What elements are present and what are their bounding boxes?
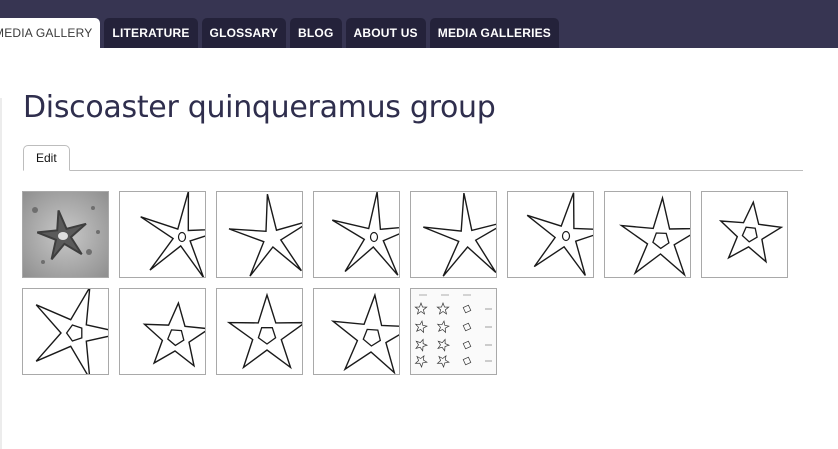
thumbnail-plate[interactable] — [410, 288, 497, 375]
sketch-star-outline — [140, 192, 205, 277]
thumbnail-sketch[interactable] — [701, 191, 788, 278]
photo-debris-4 — [96, 230, 100, 234]
nav-tab-media-galleries[interactable]: MEDIA GALLERIES — [429, 18, 560, 48]
thumbnail-sketch[interactable] — [313, 191, 400, 278]
sketch-star-outline — [142, 301, 205, 368]
thumbnail-sketch[interactable] — [119, 191, 206, 278]
local-tasks-bar: Edit — [23, 145, 803, 171]
thumbnail-sketch[interactable] — [216, 191, 303, 278]
thumbnail-sketch[interactable] — [507, 191, 594, 278]
photo-debris-1 — [91, 206, 95, 210]
top-navigation-bar: MEDIA GALLERY LITERATURE GLOSSARY BLOG A… — [0, 0, 838, 48]
thumbnail-photo[interactable] — [22, 191, 109, 278]
sketch-star-outline — [718, 200, 784, 264]
nav-tab-blog[interactable]: BLOG — [290, 18, 342, 48]
thumbnail-sketch[interactable] — [119, 288, 206, 375]
nav-tab-media-gallery[interactable]: MEDIA GALLERY — [0, 18, 101, 48]
sketch-star-outline — [423, 192, 496, 277]
photo-debris-3 — [41, 260, 45, 264]
thumbnail-sketch[interactable] — [22, 288, 109, 375]
sketch-star-outline — [618, 195, 690, 277]
nav-tab-glossary[interactable]: GLOSSARY — [201, 18, 287, 48]
nav-tab-literature[interactable]: LITERATURE — [104, 18, 198, 48]
photo-star-center — [58, 232, 68, 240]
tab-edit[interactable]: Edit — [23, 145, 70, 171]
thumbnail-sketch[interactable] — [216, 288, 303, 375]
sketch-star-outline — [35, 289, 108, 374]
sketch-star-outline — [226, 292, 302, 370]
thumbnail-sketch[interactable] — [604, 191, 691, 278]
main-nav-tabs: MEDIA GALLERY LITERATURE GLOSSARY BLOG A… — [0, 18, 560, 48]
sketch-star-outline — [331, 192, 399, 276]
left-border-rule — [0, 98, 2, 449]
thumbnail-sketch[interactable] — [410, 191, 497, 278]
photo-debris-0 — [32, 207, 38, 213]
sketch-star-outline — [228, 194, 302, 277]
page-title: Discoaster quinqueramus group — [23, 90, 496, 125]
photo-debris-2 — [86, 249, 92, 255]
thumbnail-sketch[interactable] — [313, 288, 400, 375]
sketch-star-outline — [526, 192, 593, 276]
nav-tab-about-us[interactable]: ABOUT US — [345, 18, 426, 48]
